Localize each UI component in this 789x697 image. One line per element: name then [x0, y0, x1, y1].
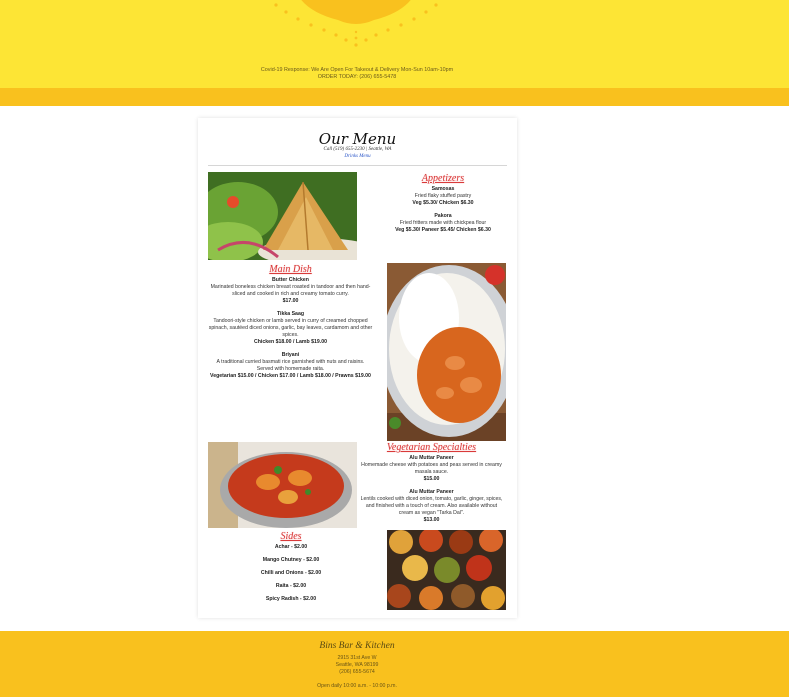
footer-hours: Open daily 10:00 a.m. - 10:00 p.m.: [317, 683, 397, 689]
butter-chicken-photo: [387, 263, 506, 441]
footer-brand: Bins Bar & Kitchen: [319, 641, 395, 651]
menu-card: Our Menu Call (519) 655-2230 | Seattle, …: [198, 118, 517, 618]
item-price: $13.00: [423, 517, 440, 523]
header-banner: Covid-19 Response: We Are Open For Takeo…: [0, 0, 789, 88]
item-desc: Fried fritters made with chickpea flour: [399, 220, 487, 226]
vegetarian-heading: Vegetarian Specialties: [386, 442, 477, 453]
appetizers-section: Appetizers Samosas Fried flaky stuffed p…: [390, 173, 496, 234]
page-title: Our Menu: [318, 130, 397, 148]
item-desc: Fried flaky stuffed pastry: [414, 193, 472, 199]
header-band: [0, 88, 789, 106]
item-name: Samosas: [431, 186, 455, 192]
item-name: Alu Muttar Paneer: [409, 489, 454, 495]
side-item: Raita - $2.00: [275, 583, 307, 589]
side-item: Spicy Radish - $2.00: [265, 596, 317, 602]
side-item: Chilli and Onions - $2.00: [260, 570, 322, 576]
item-desc: Lentils cooked with diced onion, tomato,…: [360, 496, 503, 516]
item-desc: Homemade cheese with potatoes and peas s…: [361, 462, 502, 475]
item-desc: Tandoori-style chicken or lamb served in…: [208, 318, 373, 338]
address-line-1: 2915 31st Ave W: [337, 655, 377, 661]
item-price: $15.00: [423, 476, 440, 482]
sides-section: Sides Achar - $2.00 Mango Chutney - $2.0…: [226, 531, 356, 603]
footer-address: 2915 31st Ave W Seattle, WA 98199 (206) …: [0, 655, 714, 676]
main-dish-section: Main Dish Butter Chicken Marinated bonel…: [208, 264, 373, 380]
item-price: $17.00: [282, 298, 299, 304]
divider: [208, 165, 507, 166]
samosa-photo: [208, 172, 357, 260]
item-desc: Marinated boneless chicken breast roaste…: [210, 284, 371, 297]
vegetarian-section: Vegetarian Specialties Alu Muttar Paneer…: [358, 442, 505, 524]
call-line: Call (519) 655-2230 | Seattle, WA: [323, 147, 392, 152]
item-price: Chicken $18.00 / Lamb $19.00: [254, 339, 327, 345]
drinks-menu-link[interactable]: Drinks Menu: [198, 154, 517, 159]
order-phone-text: ORDER TODAY: (206) 655-5478: [317, 74, 397, 80]
item-name: Butter Chicken: [272, 277, 309, 283]
footer-phone: (206) 655-5674: [339, 669, 375, 675]
side-item: Mango Chutney - $2.00: [262, 557, 320, 563]
appetizers-heading: Appetizers: [421, 173, 465, 184]
footer: Bins Bar & Kitchen 2915 31st Ave W Seatt…: [0, 631, 789, 697]
decorative-ornament-icon: [274, 0, 438, 47]
item-name: Alu Muttar Paneer: [409, 455, 454, 461]
item-name: Briyani: [281, 352, 300, 358]
covid-response-text: Covid-19 Response: We Are Open For Takeo…: [260, 67, 454, 73]
item-price: Veg $5.30/ Paneer $5.45/ Chicken $6.30: [395, 227, 491, 233]
vegetarian-curry-photo: [208, 442, 357, 528]
sides-photo: [387, 530, 506, 610]
item-name: Pakora: [434, 213, 452, 219]
sides-heading: Sides: [280, 531, 302, 542]
address-line-2: Seattle, WA 98199: [335, 662, 379, 668]
main-dish-heading: Main Dish: [269, 264, 312, 275]
side-item: Achar - $2.00: [274, 544, 308, 550]
item-price: Veg $5.30/ Chicken $6.30: [412, 200, 474, 206]
item-price: Vegetarian $15.00 / Chicken $17.00 / Lam…: [210, 373, 371, 379]
covid-notice: Covid-19 Response: We Are Open For Takeo…: [0, 67, 714, 81]
item-desc: A traditional curried basmati rice garni…: [216, 359, 365, 372]
item-name: Tikka Saag: [276, 311, 304, 317]
